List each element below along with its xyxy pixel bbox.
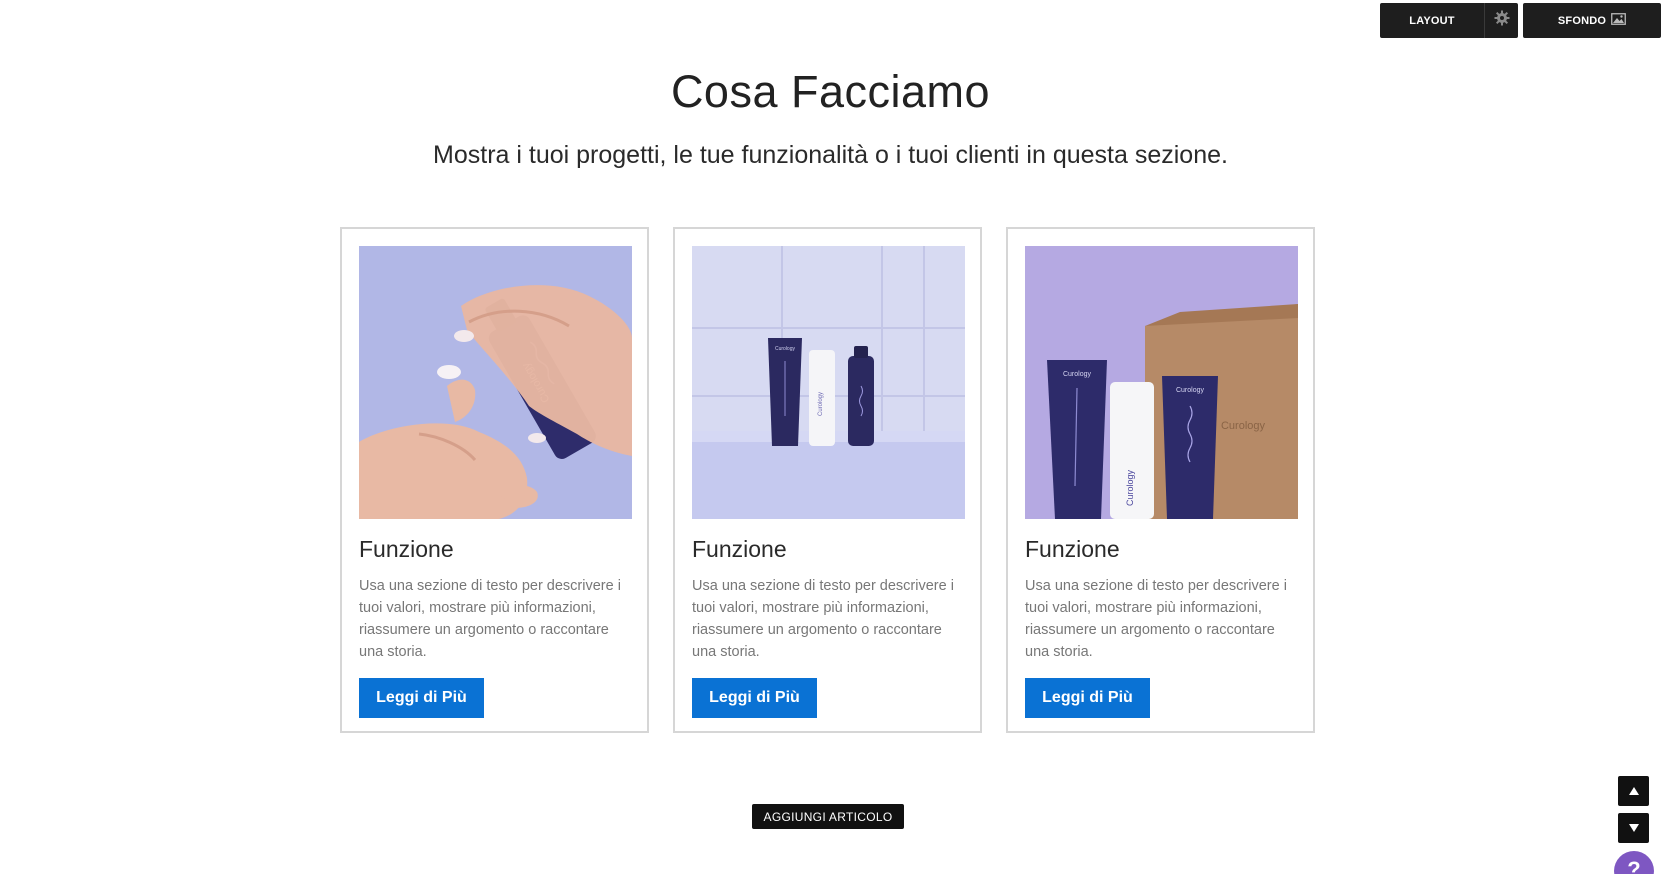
svg-text:Curology: Curology xyxy=(1176,387,1205,394)
arrow-up-icon xyxy=(1628,782,1639,800)
section-title: Cosa Facciamo xyxy=(670,66,991,117)
help-button[interactable]: ? xyxy=(1614,851,1654,874)
move-section-up-button[interactable] xyxy=(1618,776,1649,806)
feature-title: Funzione xyxy=(692,536,787,562)
svg-text:Curology: Curology xyxy=(1063,371,1092,378)
svg-text:Curology: Curology xyxy=(818,392,824,416)
image-icon xyxy=(1611,12,1627,30)
move-section-down-button[interactable] xyxy=(1618,813,1649,843)
feature-description: Usa una sezione di testo per descrivere … xyxy=(1025,578,1287,660)
svg-text:Curology: Curology xyxy=(1125,469,1135,506)
feature-title: Funzione xyxy=(1025,536,1120,562)
add-article-button[interactable]: AGGIUNGI ARTICOLO xyxy=(752,804,904,829)
feature-card: Curology Curology Funzione Usa una sezio… xyxy=(673,227,982,733)
gear-icon xyxy=(1494,10,1510,31)
layout-settings-button[interactable] xyxy=(1484,3,1518,38)
feature-image[interactable]: Curology Curology Curology Curology xyxy=(1025,246,1298,519)
section-subtitle: Mostra i tuoi progetti, le tue funzional… xyxy=(433,141,1228,169)
background-button[interactable]: SFONDO xyxy=(1523,3,1661,38)
feature-description: Usa una sezione di testo per descrivere … xyxy=(359,578,621,660)
feature-card: Curology Curology Curology Curology Funz… xyxy=(1006,227,1315,733)
read-more-button[interactable]: Leggi di Più xyxy=(359,678,484,718)
feature-image[interactable]: Curology Curology xyxy=(692,246,965,519)
read-more-button[interactable]: Leggi di Più xyxy=(1025,678,1150,718)
svg-text:Curology: Curology xyxy=(1221,420,1266,432)
layout-control: LAYOUT xyxy=(1380,3,1518,38)
read-more-button[interactable]: Leggi di Più xyxy=(692,678,817,718)
svg-text:Curology: Curology xyxy=(775,346,796,352)
feature-title: Funzione xyxy=(359,536,454,562)
background-button-label: SFONDO xyxy=(1557,14,1607,27)
feature-image[interactable]: Curology xyxy=(359,246,632,519)
feature-description: Usa una sezione di testo per descrivere … xyxy=(692,578,954,660)
layout-button[interactable]: LAYOUT xyxy=(1380,3,1484,38)
arrow-down-icon xyxy=(1628,819,1639,837)
feature-card: Curology Funzione Usa una sezione di tes… xyxy=(340,227,649,733)
page: LAYOUT SFONDO Cosa Facciamo Mostra i tuo… xyxy=(0,0,1661,874)
editor-toolbar: LAYOUT SFONDO xyxy=(1380,3,1661,38)
